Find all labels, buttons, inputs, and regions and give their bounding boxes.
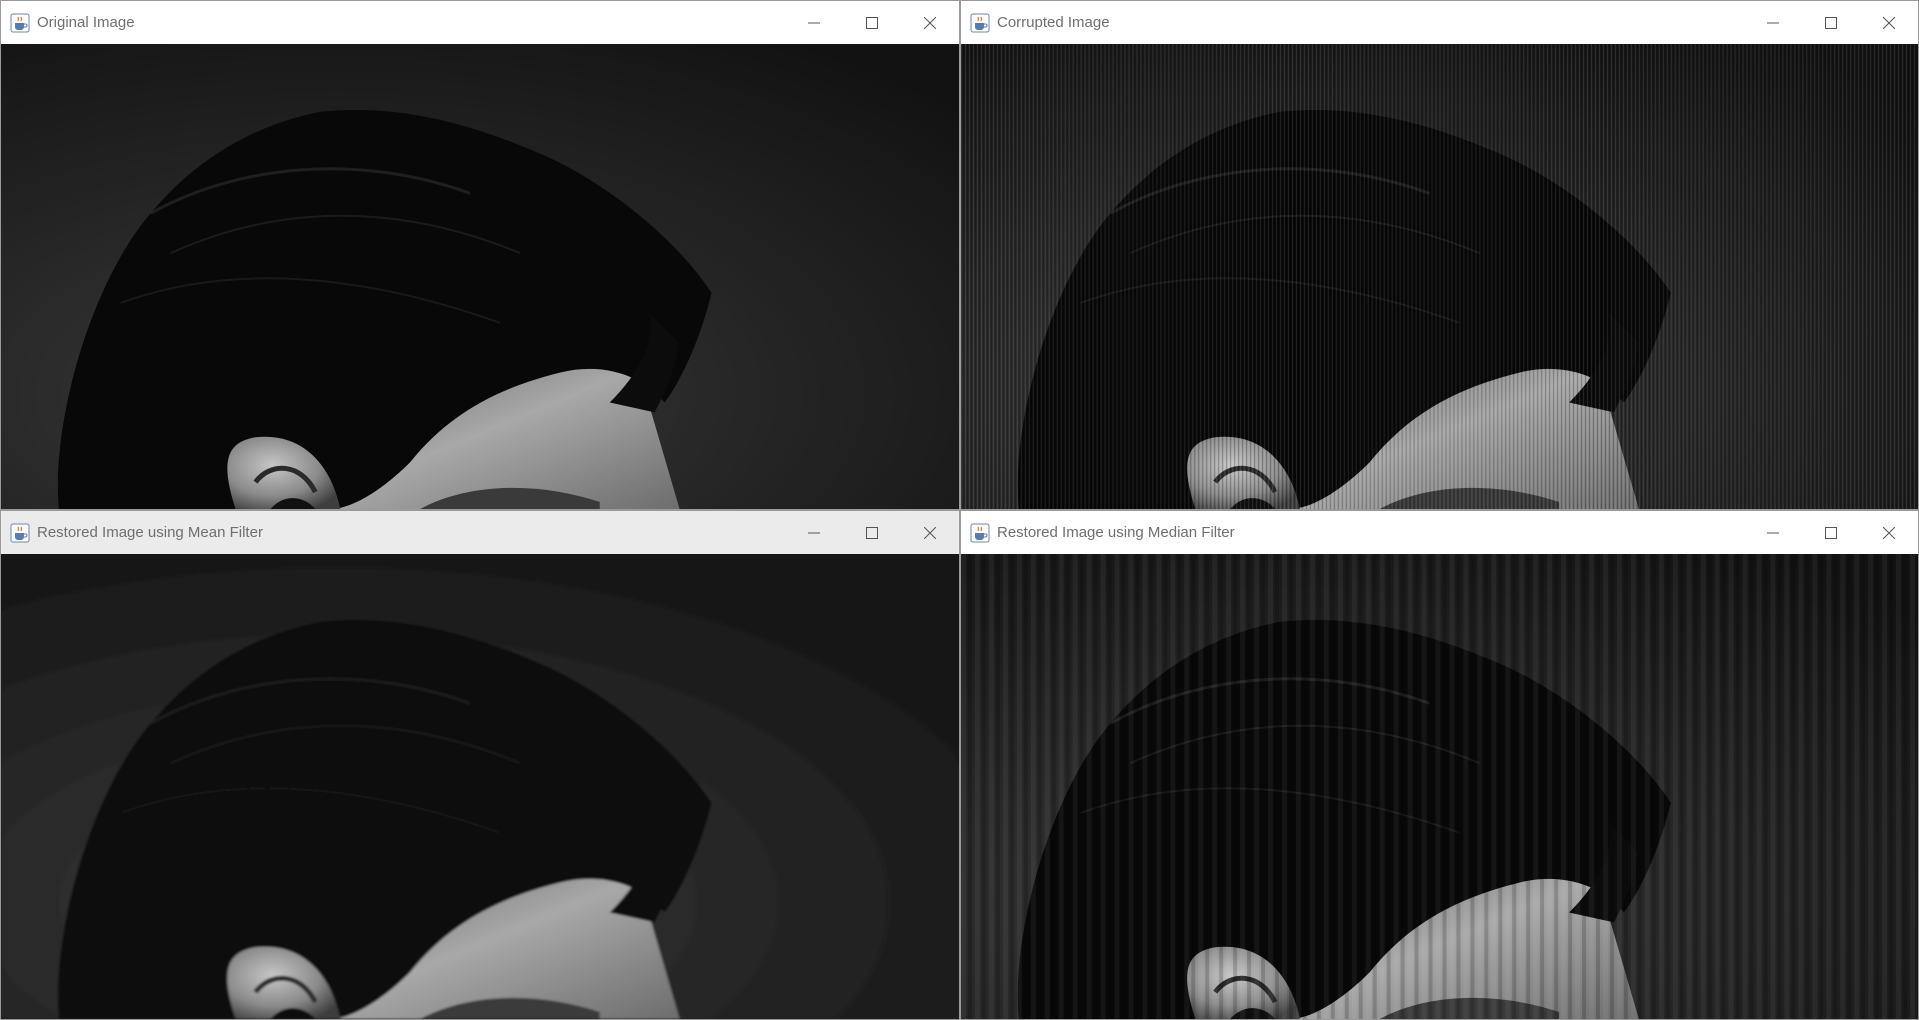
window-title: Original Image [37, 14, 135, 31]
close-button[interactable] [901, 1, 959, 44]
titlebar[interactable]: Corrupted Image [961, 1, 1918, 44]
java-cup-icon [970, 13, 990, 32]
close-icon [924, 16, 936, 29]
image-canvas [1, 554, 959, 1019]
window-median-filter-image[interactable]: Restored Image using Median Filter [960, 510, 1919, 1020]
window-title: Restored Image using Median Filter [997, 524, 1235, 541]
close-icon [1883, 16, 1895, 29]
maximize-button[interactable] [843, 1, 901, 44]
maximize-button[interactable] [1802, 511, 1860, 554]
maximize-button[interactable] [843, 511, 901, 554]
minimize-button[interactable] [1744, 511, 1802, 554]
titlebar[interactable]: Restored Image using Median Filter [961, 511, 1918, 554]
maximize-icon [866, 16, 878, 29]
window-original-image[interactable]: Original Image [0, 0, 960, 510]
java-cup-icon [970, 523, 990, 542]
java-cup-icon [10, 523, 30, 542]
window-corrupted-image[interactable]: Corrupted Image [960, 0, 1919, 510]
window-title: Restored Image using Mean Filter [37, 524, 263, 541]
close-button[interactable] [1860, 511, 1918, 554]
image-canvas [1, 44, 959, 509]
maximize-icon [1825, 526, 1837, 539]
minimize-icon [1767, 22, 1779, 23]
titlebar[interactable]: Original Image [1, 1, 959, 44]
mean-filter-image [1, 554, 959, 1019]
maximize-button[interactable] [1802, 1, 1860, 44]
close-button[interactable] [901, 511, 959, 554]
close-icon [924, 526, 936, 539]
minimize-button[interactable] [1744, 1, 1802, 44]
close-icon [1883, 526, 1895, 539]
close-button[interactable] [1860, 1, 1918, 44]
minimize-icon [1767, 532, 1779, 533]
titlebar[interactable]: Restored Image using Mean Filter [1, 511, 959, 554]
minimize-icon [808, 532, 820, 533]
java-cup-icon [10, 13, 30, 32]
original-image [1, 44, 959, 509]
minimize-icon [808, 22, 820, 23]
image-canvas [961, 554, 1918, 1019]
maximize-icon [1825, 16, 1837, 29]
maximize-icon [866, 526, 878, 539]
minimize-button[interactable] [785, 511, 843, 554]
window-title: Corrupted Image [997, 14, 1110, 31]
corrupted-image [961, 44, 1918, 509]
median-filter-image [961, 554, 1918, 1019]
minimize-button[interactable] [785, 1, 843, 44]
window-mean-filter-image[interactable]: Restored Image using Mean Filter [0, 510, 960, 1020]
image-canvas [961, 44, 1918, 509]
